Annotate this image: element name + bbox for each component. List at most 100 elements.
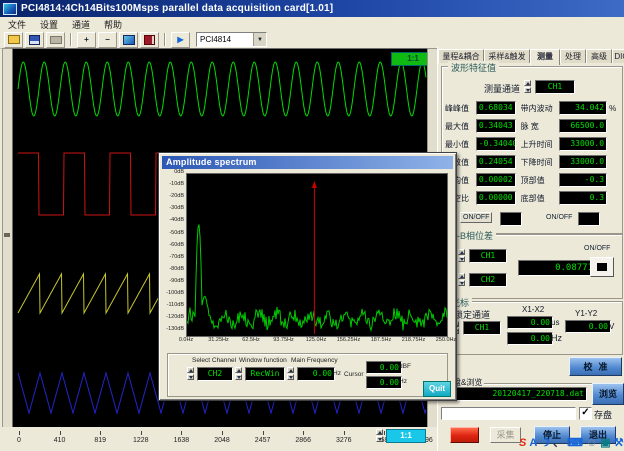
user-icon[interactable]: ☺ (586, 437, 597, 450)
measure-channel-label: 测量通道 (484, 82, 520, 95)
spectrum-x-tick: 156.25Hz (331, 337, 367, 343)
time-axis-tick: 2457 (248, 437, 278, 444)
display-icon-glyph (123, 35, 135, 45)
cursor-x-hz-value: 0.00 (507, 332, 553, 345)
record-indicator-button[interactable] (450, 427, 479, 443)
display-icon[interactable] (119, 32, 138, 48)
cursor-lock-value[interactable]: CH1 (463, 321, 501, 335)
keyboard-icon[interactable]: ⌨ (567, 437, 583, 450)
tab-advanced[interactable]: 高级 (586, 49, 612, 63)
tab-measure[interactable]: 测量 (530, 49, 560, 65)
wrench-icon[interactable]: ⚒ (614, 437, 624, 450)
menu-item-channel[interactable]: 通道 (72, 18, 90, 31)
phase-a-spinner[interactable] (458, 249, 467, 263)
save-icon[interactable] (25, 32, 44, 48)
spectrum-x-tick: 250.0Hz (428, 337, 464, 343)
time-axis-tick: 410 (45, 437, 75, 444)
time-axis-tick: 0 (4, 437, 34, 444)
time-axis-tickmark (181, 431, 182, 435)
spectrum-y-tick: -60dB (160, 242, 184, 248)
toolbox-icon[interactable]: ▣ (600, 437, 610, 450)
zoom-ratio-spinner[interactable] (376, 429, 385, 443)
onoff-left-label[interactable]: ON/OFF (460, 212, 492, 223)
cursor-label: Cursor (344, 371, 364, 378)
menu-item-help[interactable]: 帮助 (104, 18, 122, 31)
main-frequency-value: 0.00 (297, 367, 335, 381)
window-function-spinner[interactable] (235, 367, 244, 381)
measure-label: 带内波动 (521, 103, 560, 114)
zoom-ratio-badge-bottom: 1:1 (386, 429, 426, 443)
spectrum-y-tick: -100dB (160, 290, 184, 296)
phase-b-value[interactable]: CH2 (469, 273, 507, 287)
onoff-left-indicator[interactable] (500, 212, 522, 226)
menu-item-settings[interactable]: 设置 (40, 18, 58, 31)
device-combo[interactable]: PCI4814 ▼ (196, 32, 267, 47)
print-icon[interactable] (46, 32, 65, 48)
cursor-lock-label: 锁定通道 (454, 308, 490, 321)
spectrum-y-tick: -20dB (160, 193, 184, 199)
run-icon[interactable]: ▶ (171, 32, 190, 48)
spectrum-y-tick: -90dB (160, 278, 184, 284)
sogou-icon[interactable]: S (519, 437, 526, 450)
save-checkbox[interactable]: ✓ (579, 407, 592, 420)
open-folder-icon[interactable] (4, 32, 23, 48)
time-axis-tickmark (263, 431, 264, 435)
measure-value: 33000.0 (559, 137, 607, 151)
measure-value: 0.00002 (476, 173, 516, 187)
cursor-y-value: 0.00 (565, 320, 611, 333)
time-axis-tickmark (100, 431, 101, 435)
scrollbar-thumb[interactable] (4, 233, 10, 237)
menu-item-file[interactable]: 文件 (8, 18, 26, 31)
measure-unit: % (607, 104, 617, 113)
main-frequency-spinner[interactable] (287, 367, 296, 381)
spectrum-y-tick: -50dB (160, 230, 184, 236)
chevron-down-icon[interactable]: ▼ (253, 33, 266, 46)
measure-label: 下降时间 (521, 157, 560, 168)
measure-channel-spinner[interactable] (524, 80, 533, 94)
measure-label: 最大值 (445, 121, 476, 132)
measure-value: 0.24054 (476, 155, 516, 169)
measure-value: 0.34043 (476, 119, 516, 133)
measure-row: 平均值0.00002顶部值-0.3 (445, 171, 617, 189)
window-function-value[interactable]: RecWin (245, 367, 285, 381)
spectrum-cursor-arrow (312, 181, 317, 188)
phase-difference-value: 0.08771 (518, 260, 596, 276)
spectrum-plot[interactable] (186, 173, 448, 337)
phase-b-spinner[interactable] (458, 273, 467, 287)
measure-channel-value[interactable]: CH1 (535, 80, 575, 94)
device-combo-value: PCI4814 (200, 35, 231, 44)
amplitude-spectrum-window[interactable]: Amplitude spectrum 0dB-10dB-20dB-30dB-40… (158, 152, 457, 401)
tab-dio[interactable]: DIO (612, 49, 624, 63)
main-frequency-unit: Hz (333, 370, 341, 377)
zoom-in-icon[interactable]: + (77, 32, 96, 48)
onoff-right-indicator[interactable] (578, 212, 600, 226)
select-channel-spinner[interactable] (187, 367, 196, 381)
measure-value: -0.34040 (476, 137, 516, 151)
help-icon[interactable] (140, 32, 159, 48)
time-axis: 041081912281638204824572866327636864096 (0, 427, 437, 451)
phase-a-value[interactable]: CH1 (469, 249, 507, 263)
spectrum-y-tick: -110dB (160, 302, 184, 308)
quit-button[interactable]: Quit (423, 381, 451, 397)
spectrum-x-tick: 0.0Hz (168, 337, 204, 343)
punctuation-icon[interactable]: 、 (553, 437, 564, 450)
calibrate-button[interactable]: 校准 (569, 357, 622, 376)
measure-value: 33000.0 (559, 155, 607, 169)
measure-table: 峰峰值0.68034带内波动34.042%最大值0.34043脉 宽66500.… (445, 99, 617, 207)
tab-process[interactable]: 处理 (560, 49, 586, 63)
file-name-display: 20120417_220718.dat (440, 387, 587, 401)
toolbar-separator (164, 33, 166, 46)
spectrum-x-tick: 187.5Hz (363, 337, 399, 343)
zoom-out-icon[interactable]: − (98, 32, 117, 48)
moon-icon[interactable]: ☽ (540, 437, 550, 450)
main-frequency-label: Main Frequency (291, 357, 338, 364)
time-axis-tickmark (344, 431, 345, 435)
select-channel-value[interactable]: CH2 (197, 367, 233, 381)
browse-button[interactable]: 浏览 (592, 383, 624, 405)
font-icon[interactable]: A (529, 437, 537, 450)
phase-onoff-toggle[interactable] (590, 257, 614, 277)
measure-label: 底部值 (521, 193, 560, 204)
help-icon-glyph (144, 35, 155, 45)
open-folder-icon-glyph (8, 35, 20, 44)
popup-title-bar[interactable]: Amplitude spectrum (162, 156, 453, 169)
